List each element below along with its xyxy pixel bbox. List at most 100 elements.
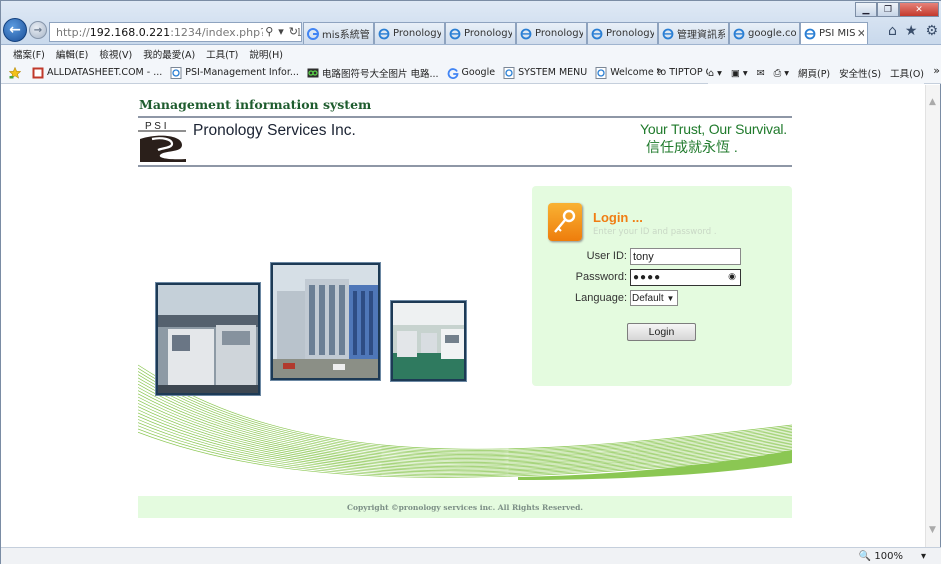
key-icon [548, 203, 582, 241]
favorites-bar: ALLDATASHEET.COM - ... PSI-Management In… [1, 62, 941, 84]
reveal-password-icon[interactable]: ◉ [728, 271, 737, 282]
language-label: Language: [575, 292, 627, 304]
tab-strip: mis系統管... Pronology ... Pronology ... Pr… [303, 22, 868, 44]
tab-pronology-3[interactable]: Pronology ... [516, 22, 587, 44]
favorite-psi-management[interactable]: PSI-Management Infor... [170, 66, 299, 79]
language-select[interactable]: Default ▼ [630, 290, 678, 306]
zoom-dropdown-icon[interactable]: ▾ [921, 551, 926, 562]
address-bar[interactable]: http://192.168.0.221:1234/index.php?ROL1… [49, 22, 302, 42]
favorite-google[interactable]: Google [447, 67, 496, 79]
status-bar: 🔍 100% ▾ [1, 547, 941, 564]
browser-right-icons: ⌂ ★ ⚙ [888, 23, 938, 39]
slogan-chinese: 信任成就永恆 . [646, 139, 738, 155]
password-mask: ●●●● [633, 272, 662, 283]
command-bar: ⌂ ▾ ▣ ▾ ✉ ⎙ ▾ 網頁(P) 安全性(S) 工具(O) [708, 62, 924, 84]
rss-icon[interactable]: ▣ ▾ [731, 68, 748, 79]
google-icon [307, 27, 319, 40]
zoom-level[interactable]: 🔍 100% [859, 551, 903, 562]
slogan-english: Your Trust, Our Survival. [640, 121, 787, 137]
tools-menu[interactable]: 工具(O) [890, 66, 924, 80]
ie-page-icon [733, 28, 745, 39]
gear-icon[interactable]: ⚙ [925, 23, 938, 39]
tab-label: Pronology ... [393, 28, 441, 39]
tab-label: Pronology ... [464, 28, 512, 39]
copyright-footer: Copyright ©pronology services inc. All R… [138, 496, 792, 518]
tab-management-info[interactable]: 管理資訊系統 [658, 22, 729, 44]
login-title: Login ... [593, 210, 643, 225]
window-controls: ▁ ❐ ✕ [855, 2, 939, 17]
menu-file[interactable]: 檔案(F) [13, 47, 45, 61]
page-content: Management information system P S I Pron… [1, 85, 927, 547]
tab-pronology-1[interactable]: Pronology ... [374, 22, 445, 44]
login-button[interactable]: Login [627, 323, 696, 341]
star-icon[interactable]: ★ [905, 23, 918, 39]
photo-smt-machine [158, 285, 258, 393]
login-hint: Enter your ID and password . [593, 227, 717, 237]
password-input[interactable]: ●●●● ◉ [630, 269, 741, 286]
scroll-up-icon[interactable]: ▲ [929, 97, 936, 107]
ie-page-icon [449, 28, 461, 39]
minimize-button[interactable]: ▁ [855, 2, 877, 17]
tab-mis[interactable]: mis系統管... [303, 22, 374, 44]
ie-page-icon [170, 66, 182, 79]
tab-pronology-2[interactable]: Pronology ... [445, 22, 516, 44]
favorite-label: SYSTEM MENU [518, 67, 588, 78]
tab-psi-mis[interactable]: PSI MIS ... ✕ [800, 22, 868, 44]
safety-menu[interactable]: 安全性(S) [839, 66, 881, 80]
ie-page-icon [595, 66, 607, 79]
ie-page-icon [662, 28, 674, 39]
tab-pronology-4[interactable]: Pronology ... [587, 22, 658, 44]
scroll-down-icon[interactable]: ▼ [929, 525, 936, 535]
mail-icon[interactable]: ✉ [757, 68, 765, 79]
search-icon[interactable]: ⚲ [265, 25, 273, 38]
url-host: 192.168.0.221 [89, 25, 171, 39]
browser-toolbar: ▁ ❐ ✕ ← → http://192.168.0.221:1234/inde… [1, 1, 941, 45]
favorite-label: PSI-Management Infor... [185, 67, 299, 78]
home-icon[interactable]: ⌂ [888, 23, 897, 39]
factory-photo-cleanroom [391, 301, 466, 381]
tab-google[interactable]: google.co... [729, 22, 800, 44]
close-tab-icon[interactable]: ✕ [857, 27, 864, 40]
forward-button[interactable]: → [29, 21, 47, 39]
datasheet-icon [32, 67, 44, 78]
ie-page-icon [804, 28, 816, 39]
svg-text:P S I: P S I [145, 121, 167, 132]
menu-favorites[interactable]: 我的最愛(A) [143, 47, 195, 61]
page-menu[interactable]: 網頁(P) [798, 66, 830, 80]
header-divider-bottom [138, 165, 792, 167]
back-button[interactable]: ← [3, 18, 27, 42]
arrow-right-icon: → [33, 24, 43, 36]
refresh-icon[interactable]: ↻ [289, 25, 298, 38]
factory-photo-building [271, 263, 380, 380]
favorite-alldatasheet[interactable]: ALLDATASHEET.COM - ... [32, 67, 162, 79]
favorite-label: Google [461, 67, 496, 78]
password-label: Password: [575, 271, 627, 283]
close-window-button[interactable]: ✕ [899, 2, 939, 17]
tab-label: Pronology ... [535, 28, 583, 39]
arrow-left-icon: ← [9, 22, 21, 38]
photo-cleanroom [393, 303, 464, 379]
slogan: Your Trust, Our Survival. 信任成就永恆 . [601, 121, 787, 157]
menu-view[interactable]: 檢視(V) [99, 47, 132, 61]
print-icon[interactable]: ⎙ ▾ [774, 68, 789, 79]
menu-tools[interactable]: 工具(T) [206, 47, 238, 61]
copyright-text: Copyright ©pronology services inc. All R… [347, 502, 583, 512]
restore-button[interactable]: ❐ [877, 2, 899, 17]
menu-edit[interactable]: 編輯(E) [56, 47, 88, 61]
favorite-system-menu[interactable]: SYSTEM MENU [503, 66, 588, 79]
ie-page-icon [503, 66, 515, 79]
vertical-scrollbar[interactable]: ▲ ▼ [925, 85, 940, 547]
favorites-star[interactable] [9, 66, 24, 79]
favorites-overflow-icon[interactable]: » [656, 64, 663, 77]
baidu-icon [307, 68, 319, 77]
zoom-icon: 🔍 [858, 551, 872, 562]
home-menu-icon[interactable]: ⌂ ▾ [708, 68, 722, 79]
userid-label: User ID: [586, 250, 627, 262]
favorite-label: ALLDATASHEET.COM - ... [47, 67, 163, 78]
dropdown-icon[interactable]: ▾ [278, 25, 284, 38]
menu-help[interactable]: 說明(H) [249, 47, 283, 61]
command-overflow-icon[interactable]: » [933, 64, 940, 77]
favorite-circuit-symbols[interactable]: 电路图符号大全图片 电路... [307, 66, 439, 80]
ie-page-icon [378, 28, 390, 39]
userid-input[interactable]: tony [630, 248, 741, 265]
